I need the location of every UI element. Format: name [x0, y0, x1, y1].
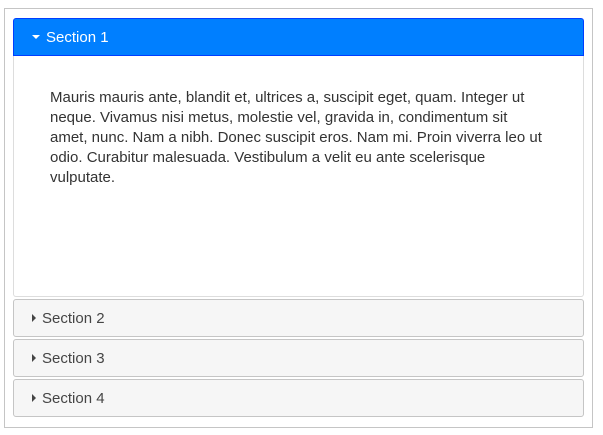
accordion: Section 1 Mauris mauris ante, blandit et… [13, 18, 584, 419]
section-4-header[interactable]: Section 4 [13, 379, 584, 417]
section-4-label: Section 4 [42, 389, 105, 407]
section-2-label: Section 2 [42, 309, 105, 327]
section-2-header[interactable]: Section 2 [13, 299, 584, 337]
section-3-label: Section 3 [42, 349, 105, 367]
caret-right-icon [32, 394, 36, 402]
section-1-label: Section 1 [46, 28, 109, 46]
section-3-header[interactable]: Section 3 [13, 339, 584, 377]
section-1-panel: Mauris mauris ante, blandit et, ultrices… [13, 56, 584, 297]
accordion-container: Section 1 Mauris mauris ante, blandit et… [4, 8, 593, 428]
caret-right-icon [32, 354, 36, 362]
section-1-content: Mauris mauris ante, blandit et, ultrices… [50, 89, 542, 186]
section-1-header[interactable]: Section 1 [13, 18, 584, 56]
caret-down-icon [32, 35, 40, 39]
caret-right-icon [32, 314, 36, 322]
